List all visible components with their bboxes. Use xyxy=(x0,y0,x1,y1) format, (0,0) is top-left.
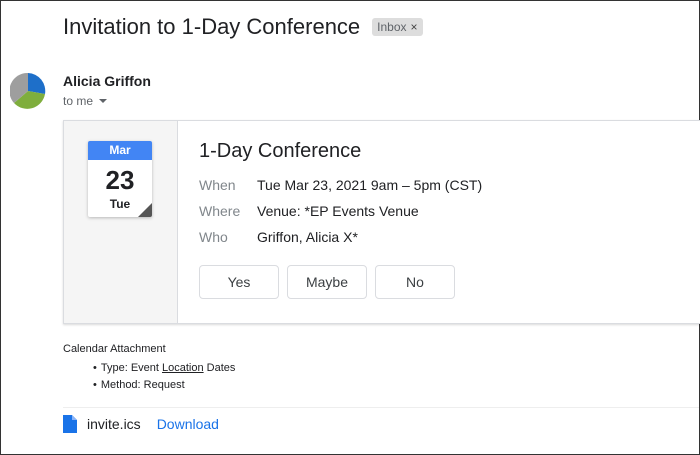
remove-label-icon[interactable]: × xyxy=(411,20,418,34)
document-icon xyxy=(63,415,77,433)
rsvp-yes-button[interactable]: Yes xyxy=(199,265,279,299)
when-label: When xyxy=(199,177,236,193)
label-text: Inbox xyxy=(377,20,407,34)
recipient-details-toggle[interactable]: to me xyxy=(63,94,108,108)
calendar-attachment-heading: Calendar Attachment xyxy=(63,343,166,355)
calendar-date-icon: Mar 23 Tue xyxy=(88,141,152,217)
who-value: Griffon, Alicia X* xyxy=(257,229,358,245)
sender-avatar[interactable] xyxy=(10,70,46,112)
attachment-details-list: • Type: Event Location Dates • Method: Req… xyxy=(93,360,235,394)
type-prefix: Type: Event xyxy=(100,362,163,374)
where-label: Where xyxy=(199,203,241,219)
sender-name[interactable]: Alicia Griffon xyxy=(63,73,151,89)
location-text: Location xyxy=(162,362,204,374)
attachment-file-row: invite.ics Download xyxy=(63,415,219,433)
calendar-day: 23 xyxy=(105,165,135,195)
divider xyxy=(63,407,699,408)
calendar-panel: Mar 23 Tue xyxy=(64,121,178,323)
list-item: • Method: Request xyxy=(93,377,235,394)
event-where-row: Where Venue: *EP Events Venue xyxy=(199,203,419,219)
bullet-icon: • xyxy=(93,379,97,391)
subject-row: Invitation to 1-Day Conference Inbox × xyxy=(63,14,423,40)
rsvp-maybe-button[interactable]: Maybe xyxy=(287,265,367,299)
type-suffix: Dates xyxy=(203,362,236,374)
recipient-text: to me xyxy=(63,94,94,108)
event-title[interactable]: 1-Day Conference xyxy=(199,140,361,163)
download-link[interactable]: Download xyxy=(157,416,219,432)
email-view: Invitation to 1-Day Conference Inbox × A… xyxy=(0,0,700,455)
method-text: Method: Request xyxy=(100,379,185,391)
event-who-row: Who Griffon, Alicia X* xyxy=(199,229,358,245)
rsvp-no-button[interactable]: No xyxy=(375,265,455,299)
who-label: Who xyxy=(199,229,228,245)
page-fold-icon xyxy=(138,203,152,217)
bullet-icon: • xyxy=(93,362,97,374)
where-value: Venue: *EP Events Venue xyxy=(257,203,419,219)
email-subject: Invitation to 1-Day Conference xyxy=(63,14,361,39)
event-when-row: When Tue Mar 23, 2021 9am – 5pm (CST) xyxy=(199,177,482,193)
attachment-file-name[interactable]: invite.ics xyxy=(87,416,141,432)
event-invitation-card: Mar 23 Tue 1-Day Conference When Tue Mar… xyxy=(63,120,700,324)
inbox-label-badge[interactable]: Inbox × xyxy=(372,18,423,36)
list-item: • Type: Event Location Dates xyxy=(93,360,235,377)
chevron-down-icon xyxy=(99,99,108,103)
when-value: Tue Mar 23, 2021 9am – 5pm (CST) xyxy=(257,177,483,193)
calendar-month: Mar xyxy=(88,141,152,160)
